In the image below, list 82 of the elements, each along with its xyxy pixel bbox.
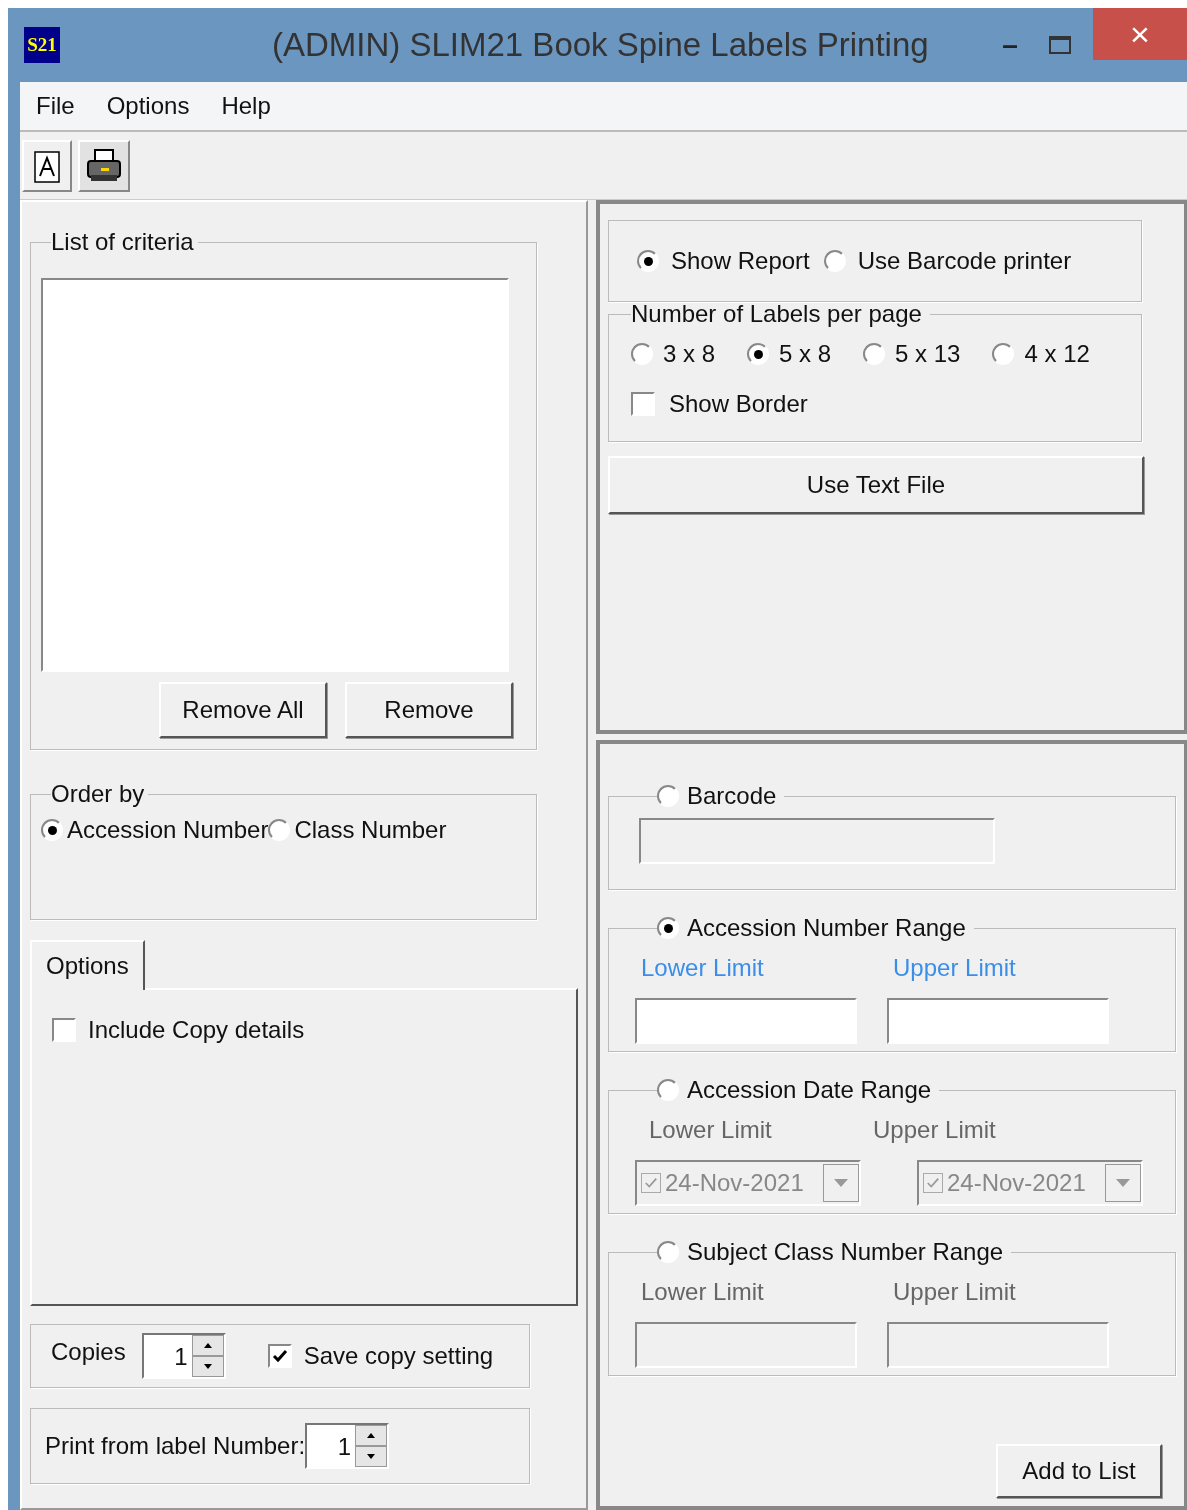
menu-item[interactable]: Help bbox=[221, 88, 271, 124]
text-format-button[interactable] bbox=[22, 139, 72, 192]
push-button[interactable]: Remove All bbox=[159, 682, 327, 738]
radio-label: Use Barcode printer bbox=[857, 246, 1072, 276]
printer-icon bbox=[85, 147, 123, 184]
radio-label: Accession Date Range bbox=[687, 1075, 932, 1105]
spin-up-button[interactable] bbox=[191, 1335, 224, 1356]
lower-limit-field[interactable] bbox=[635, 998, 857, 1044]
window-title: (ADMIN) SLIM21 Book Spine Labels Printing bbox=[272, 25, 929, 66]
lower-limit-label: Lower Limit bbox=[641, 953, 765, 983]
close-button[interactable]: × bbox=[1093, 8, 1187, 60]
radio-label: 4 x 12 bbox=[1024, 339, 1090, 369]
down-arrow-icon bbox=[367, 1454, 376, 1459]
radio-label: 5 x 13 bbox=[895, 339, 961, 369]
radio-label: Show Report bbox=[671, 246, 810, 276]
lower-limit-field[interactable] bbox=[635, 1322, 857, 1368]
radio-button[interactable] bbox=[992, 343, 1015, 365]
push-button[interactable]: Remove bbox=[345, 682, 513, 738]
push-button[interactable]: Add to List bbox=[996, 1444, 1162, 1498]
radio-button[interactable] bbox=[823, 250, 846, 272]
radio-label: 3 x 8 bbox=[663, 339, 716, 369]
minimize-button[interactable]: – bbox=[985, 24, 1035, 66]
upper-limit-field[interactable] bbox=[887, 998, 1109, 1044]
upper-limit-label: Upper Limit bbox=[893, 953, 1016, 983]
radio-button[interactable] bbox=[657, 785, 679, 807]
date-value: 24-Nov-2021 bbox=[665, 1168, 804, 1198]
lower-limit-label: Lower Limit bbox=[641, 1277, 765, 1307]
radio-button[interactable] bbox=[657, 917, 679, 939]
radio-button[interactable] bbox=[657, 1079, 679, 1101]
radio-button[interactable] bbox=[637, 250, 659, 272]
spin-up-button[interactable] bbox=[355, 1425, 388, 1446]
print-from-label: Print from label Number: bbox=[45, 1431, 306, 1461]
copies-label: Copies bbox=[51, 1337, 126, 1367]
checkbox-label: Show Border bbox=[669, 389, 808, 419]
caret-icon bbox=[1116, 1179, 1130, 1187]
spin-down-button[interactable] bbox=[191, 1356, 224, 1377]
caret-icon bbox=[834, 1179, 848, 1187]
upper-limit-label: Upper Limit bbox=[873, 1115, 996, 1145]
dropdown-button[interactable] bbox=[823, 1164, 859, 1202]
app-logo: S21 bbox=[24, 27, 60, 63]
date-checkbox[interactable] bbox=[641, 1173, 661, 1193]
spin-field[interactable]: 1 bbox=[141, 1333, 226, 1379]
radio-label: Subject Class Number Range bbox=[687, 1237, 1004, 1267]
radio-button[interactable] bbox=[41, 819, 63, 841]
group-title: List of criteria bbox=[51, 227, 195, 257]
checkbox[interactable] bbox=[631, 392, 655, 416]
upper-limit-label: Upper Limit bbox=[893, 1277, 1016, 1307]
up-arrow-icon bbox=[203, 1343, 212, 1348]
menu-item[interactable]: Options bbox=[106, 88, 190, 124]
barcode-field[interactable] bbox=[639, 818, 995, 864]
spin-field[interactable]: 1 bbox=[305, 1423, 390, 1469]
radio-button[interactable] bbox=[747, 343, 770, 365]
radio-button[interactable] bbox=[657, 1241, 679, 1263]
checkbox-label: Save copy setting bbox=[303, 1341, 494, 1371]
radio-label: Accession Number Range bbox=[687, 913, 966, 943]
dropdown-button[interactable] bbox=[1105, 1164, 1141, 1202]
down-arrow-icon bbox=[203, 1364, 212, 1369]
radio-button[interactable] bbox=[863, 343, 886, 365]
radio-label: Barcode bbox=[687, 781, 777, 811]
print-button[interactable] bbox=[78, 139, 130, 192]
tab[interactable]: Options bbox=[30, 940, 145, 990]
group-title: Order by bbox=[51, 779, 146, 809]
radio-label: Accession Number bbox=[67, 815, 269, 845]
radio-button[interactable] bbox=[268, 819, 291, 841]
checkbox-label: Include Copy details bbox=[88, 1015, 305, 1045]
push-button[interactable]: Use Text File bbox=[608, 456, 1144, 514]
checkbox[interactable] bbox=[267, 1344, 292, 1368]
lower-limit-label: Lower Limit bbox=[648, 1115, 773, 1145]
check-icon bbox=[926, 1176, 940, 1190]
date-checkbox[interactable] bbox=[923, 1173, 943, 1193]
spin-down-button[interactable] bbox=[355, 1446, 388, 1467]
radio-label: Class Number bbox=[294, 815, 447, 845]
radio-label: 5 x 8 bbox=[779, 339, 832, 369]
date-value: 24-Nov-2021 bbox=[947, 1168, 1086, 1198]
up-arrow-icon bbox=[367, 1433, 376, 1438]
radio-button[interactable] bbox=[631, 343, 653, 365]
upper-limit-field[interactable] bbox=[887, 1322, 1109, 1368]
menu-item[interactable]: File bbox=[36, 88, 75, 124]
check-icon bbox=[271, 1348, 288, 1364]
group-title: Number of Labels per page bbox=[631, 299, 923, 329]
checkbox[interactable] bbox=[52, 1018, 76, 1042]
check-icon bbox=[644, 1176, 658, 1190]
